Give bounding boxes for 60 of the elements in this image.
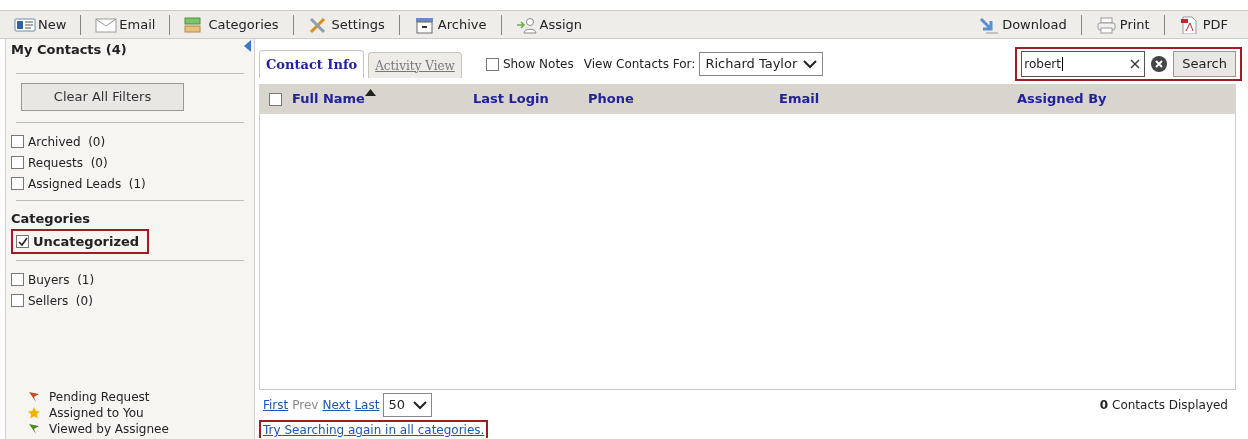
chevron-down-icon <box>803 59 818 69</box>
column-header[interactable]: Phone <box>588 89 634 109</box>
toolbar-button[interactable]: New <box>14 14 67 35</box>
page-size-dropdown[interactable]: 50 <box>383 393 432 417</box>
checkbox[interactable] <box>11 156 24 169</box>
tab[interactable]: Activity View <box>368 52 462 78</box>
checkbox[interactable] <box>269 92 282 106</box>
clear-filters-button[interactable]: Clear All Filters <box>21 83 184 111</box>
printer-icon <box>1095 15 1118 34</box>
archive-box-icon <box>413 15 436 34</box>
toolbar-button[interactable]: Email <box>95 14 156 35</box>
contact-card-icon <box>14 15 36 34</box>
toolbar-button[interactable]: Archive <box>413 14 487 35</box>
check-icon <box>17 236 28 247</box>
filter-label: Requests (0) <box>28 154 108 172</box>
column-header[interactable]: Last Login <box>473 89 549 109</box>
envelope-icon <box>95 15 118 34</box>
filter-label: Assigned Leads (1) <box>28 175 146 193</box>
filter-label: Uncategorized <box>33 232 140 251</box>
filter-label: Sellers (0) <box>28 292 93 310</box>
search-button[interactable]: Search <box>1173 51 1236 77</box>
legend-label: Pending Request <box>49 389 150 406</box>
close-icon <box>1130 59 1141 69</box>
search-field[interactable]: robert <box>1021 51 1146 77</box>
sidebar-title: My Contacts (4) <box>11 41 127 59</box>
toolbar-button[interactable]: Download <box>978 14 1067 35</box>
retry-search-link[interactable]: Try Searching again in all categories. <box>263 423 485 437</box>
checkbox[interactable] <box>11 273 24 286</box>
download-arrow-icon <box>978 15 1001 34</box>
toolbar-button[interactable]: Settings <box>307 14 385 35</box>
toolbar-button[interactable]: PDF <box>1178 14 1228 35</box>
sort-ascending-icon <box>364 89 376 97</box>
checkbox-label: Show Notes <box>502 56 574 73</box>
field-label: View Contacts For: <box>583 56 696 73</box>
legend-label: Viewed by Assignee <box>49 421 169 438</box>
contacts-count: 0 Contacts Displayed <box>1099 397 1228 414</box>
legend-label: Assigned to You <box>49 405 144 422</box>
filter-label: Archived (0) <box>28 133 106 151</box>
pager-link[interactable]: Last <box>354 396 380 414</box>
toolbar-button[interactable]: Print <box>1095 14 1150 35</box>
arrow-person-icon <box>515 15 538 34</box>
column-header[interactable]: Full Name <box>292 89 365 109</box>
column-header[interactable]: Assigned By <box>1017 89 1107 109</box>
toolbar-button[interactable]: Categories <box>184 14 279 35</box>
clear-circle-icon <box>1151 56 1168 72</box>
checkbox[interactable] <box>11 177 24 190</box>
contact-owner-dropdown[interactable]: Richard Taylor <box>699 52 824 76</box>
column-header[interactable]: Email <box>779 89 820 109</box>
checkbox[interactable] <box>16 235 29 248</box>
section-heading: Categories <box>11 210 91 228</box>
checkbox[interactable] <box>11 135 24 148</box>
chevron-down-icon <box>412 400 427 410</box>
toolbar-button[interactable]: Assign <box>515 14 583 35</box>
checkbox[interactable] <box>11 294 24 307</box>
collapse-icon <box>244 40 252 52</box>
tab[interactable]: Contact Info <box>259 50 365 78</box>
checkbox[interactable] <box>485 57 499 71</box>
filter-label: Buyers (1) <box>28 271 95 289</box>
pager-link[interactable]: First <box>263 396 289 414</box>
pager-link[interactable]: Next <box>322 396 351 414</box>
